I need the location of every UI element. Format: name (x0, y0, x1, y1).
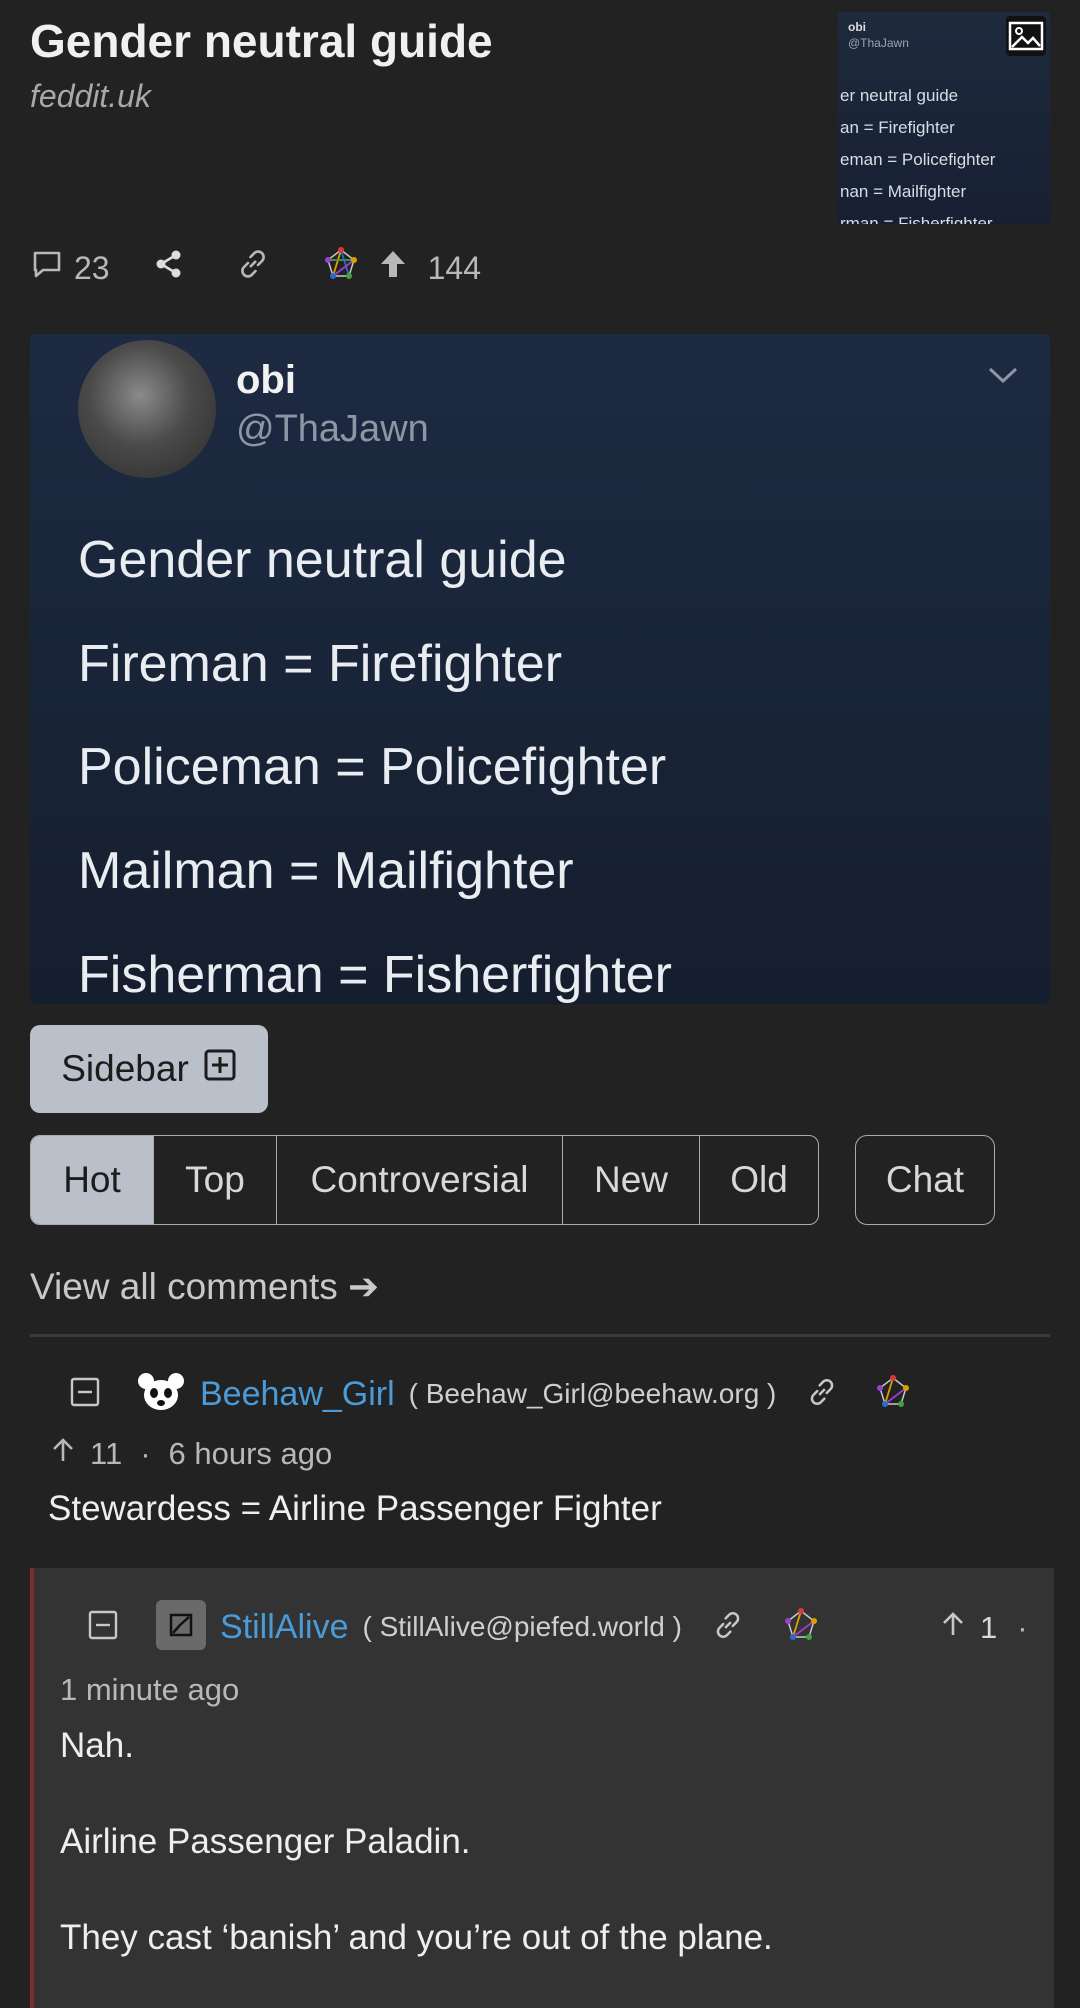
comment-meta: 11 · 6 hours ago (50, 1436, 332, 1472)
link-icon (234, 245, 272, 291)
link-icon[interactable] (804, 1374, 840, 1415)
reply-score: 1 · (940, 1606, 1028, 1650)
comment-time: 1 minute ago (60, 1672, 240, 1707)
meme-text-line: Mailman = Mailfighter (78, 842, 574, 900)
share-icon (152, 247, 186, 289)
sort-tabs: Hot Top Controversial New Old (30, 1135, 819, 1225)
comment-body-line: Nah. (60, 1726, 134, 1765)
sidebar-label: Sidebar (61, 1048, 189, 1089)
tab-top[interactable]: Top (154, 1136, 277, 1224)
upvote-arrow-icon[interactable] (50, 1436, 76, 1472)
comments-button[interactable]: 23 (30, 247, 110, 289)
chevron-down-icon (986, 364, 1020, 391)
post-actions: 23 144 (30, 246, 481, 290)
comment-body: Stewardess = Airline Passenger Fighter (48, 1489, 662, 1528)
comment-instance: ( StillAlive@piefed.world ) (362, 1611, 682, 1642)
comment-icon (30, 247, 64, 289)
thumbnail-line: nan = Mailfighter (840, 182, 967, 201)
image-icon[interactable] (1006, 16, 1046, 56)
meme-text-line: Gender neutral guide (78, 531, 567, 589)
fediverse-icon[interactable] (876, 1374, 910, 1414)
upvote-arrow-icon (376, 247, 410, 289)
comment-score: 11 (90, 1436, 123, 1471)
upvote-count: 144 (427, 249, 481, 286)
collapse-icon[interactable] (68, 1375, 102, 1414)
avatar (78, 340, 216, 478)
thumbnail-line: er neutral guide (840, 86, 959, 105)
tab-hot[interactable]: Hot (31, 1136, 154, 1224)
meme-text-line: Policeman = Policefighter (78, 738, 667, 796)
avatar (156, 1599, 206, 1655)
reply-comment: StillAlive ( StillAlive@piefed.world ) 1… (30, 1568, 1054, 2008)
tab-new[interactable]: New (563, 1136, 700, 1224)
divider (30, 1334, 1050, 1337)
meta-separator: · (140, 1436, 151, 1471)
comment-username[interactable]: Beehaw_Girl (200, 1375, 395, 1414)
thumbnail-user: obi (848, 20, 866, 34)
plus-square-icon (203, 1048, 237, 1091)
post-thumbnail[interactable]: obi @ThaJawn er neutral guide an = Firef… (838, 12, 1050, 224)
chat-button[interactable]: Chat (855, 1135, 995, 1225)
meme-text-line: Fisherman = Fisherfighter (78, 946, 672, 1004)
meta-separator: · (1017, 1610, 1028, 1645)
meme-text-line: Fireman = Firefighter (78, 635, 563, 693)
comment-header: Beehaw_Girl ( Beehaw_Girl@beehaw.org ) (68, 1370, 910, 1418)
link-icon[interactable] (710, 1607, 746, 1648)
post-image[interactable]: obi @ThaJawn Gender neutral guide Firema… (30, 334, 1050, 1004)
meme-username: obi (236, 358, 296, 402)
fediverse-button[interactable] (324, 247, 358, 289)
post-domain[interactable]: feddit.uk (30, 78, 151, 115)
avatar (136, 1371, 186, 1418)
comment-instance: ( Beehaw_Girl@beehaw.org ) (408, 1378, 777, 1409)
tab-controversial[interactable]: Controversial (277, 1136, 563, 1224)
collapse-icon[interactable] (86, 1608, 120, 1647)
comment-body-line: They cast ‘banish’ and you’re out of the… (60, 1918, 773, 1957)
upvote-arrow-icon[interactable] (940, 1610, 966, 1646)
upvote-button[interactable]: 144 (376, 247, 481, 289)
tab-old[interactable]: Old (700, 1136, 818, 1224)
thumbnail-line: an = Firefighter (840, 118, 955, 137)
copy-link-button[interactable] (234, 245, 272, 291)
fediverse-icon (324, 247, 358, 289)
share-button[interactable] (152, 247, 186, 289)
thumbnail-handle: @ThaJawn (848, 36, 909, 50)
thumbnail-line: eman = Policefighter (840, 150, 996, 169)
sidebar-button[interactable]: Sidebar (30, 1025, 268, 1113)
view-all-comments-link[interactable]: View all comments ➔ (30, 1265, 379, 1308)
comment-count: 23 (74, 249, 110, 286)
meme-handle: @ThaJawn (236, 408, 429, 450)
thumbnail-line: rman = Fisherfighter (840, 214, 993, 224)
fediverse-icon[interactable] (784, 1607, 818, 1647)
comment-time: 6 hours ago (168, 1436, 333, 1471)
comment-username[interactable]: StillAlive (220, 1608, 348, 1647)
post-title[interactable]: Gender neutral guide (30, 14, 493, 68)
comment-header: StillAlive ( StillAlive@piefed.world ) (86, 1599, 818, 1655)
comment-score: 1 (980, 1610, 998, 1645)
comment-body-line: Airline Passenger Paladin. (60, 1822, 471, 1861)
